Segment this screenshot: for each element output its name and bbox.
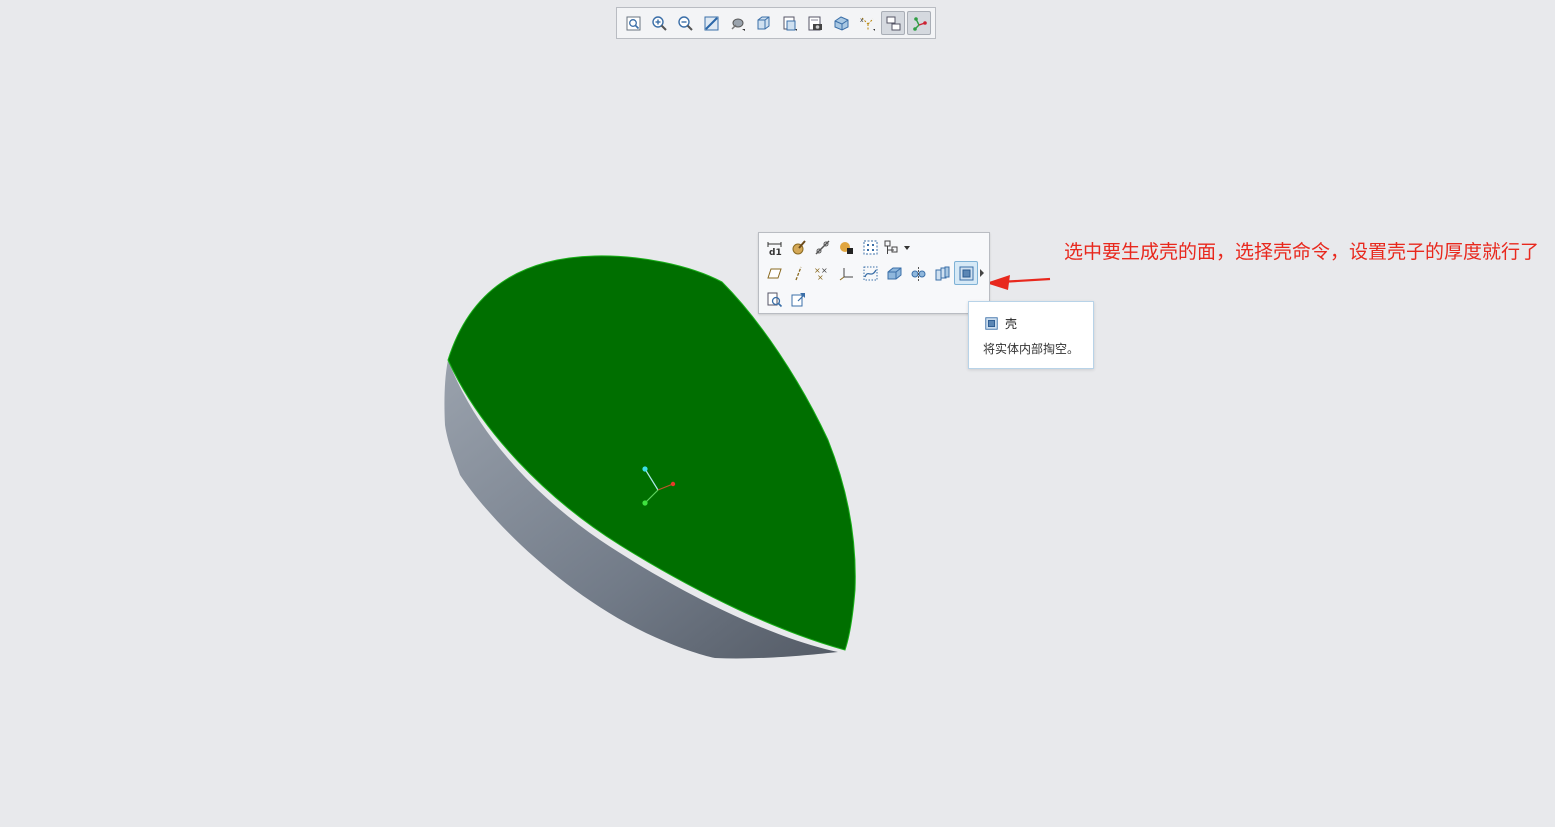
shell-tooltip: 壳 将实体内部掏空。 [968, 301, 1094, 369]
view-manager-icon[interactable] [777, 11, 801, 35]
svg-text:d1: d1 [769, 248, 782, 256]
mini-toolbar-row-1: d1 [762, 235, 916, 259]
annotation-text: 选中要生成壳的面，选择壳命令，设置壳子的厚度就行了 [1064, 241, 1540, 263]
zoom-out-icon[interactable] [673, 11, 697, 35]
section-icon[interactable] [829, 11, 853, 35]
mini-toolbar-row-3 [762, 287, 810, 311]
svg-text:×: × [817, 273, 824, 282]
zoom-in-icon[interactable] [647, 11, 671, 35]
color-icon[interactable] [834, 235, 858, 259]
graphics-viewport[interactable]: x d1 × × × 壳 将实体内部掏空。 选中要生成壳的面，选择壳命令，设置壳… [0, 0, 1555, 827]
display-style-icon[interactable] [725, 11, 749, 35]
chain-icon[interactable] [810, 235, 834, 259]
tooltip-title: 壳 [984, 315, 1017, 332]
mini-toolbar: d1 × × × [758, 232, 990, 314]
annotation-display-icon[interactable] [881, 11, 905, 35]
pattern-icon[interactable] [930, 261, 954, 285]
refit-icon[interactable] [621, 11, 645, 35]
sketch-icon[interactable] [858, 261, 882, 285]
extrude-icon[interactable] [882, 261, 906, 285]
shell-icon[interactable] [954, 261, 978, 285]
more-commands-caret-icon[interactable] [978, 261, 986, 285]
dropdown-tool-icon[interactable] [882, 235, 916, 259]
mini-toolbar-row-2: × × × [762, 261, 986, 285]
view-toolbar: x [616, 7, 936, 39]
plane-icon[interactable] [762, 261, 786, 285]
annotation-arrow [986, 275, 1051, 290]
select-box-icon[interactable] [858, 235, 882, 259]
saved-orientations-icon[interactable] [751, 11, 775, 35]
tooltip-description: 将实体内部掏空。 [983, 342, 1080, 356]
tooltip-title-label: 壳 [1005, 317, 1018, 331]
datum-display-icon[interactable]: x [855, 11, 879, 35]
csys-icon[interactable] [834, 261, 858, 285]
appearance-icon[interactable] [786, 235, 810, 259]
inspect-icon[interactable] [762, 287, 786, 311]
spin-center-icon[interactable] [907, 11, 931, 35]
dimension-icon[interactable]: d1 [762, 235, 786, 259]
model-canvas[interactable] [0, 0, 1555, 827]
svg-text:x: x [860, 17, 864, 24]
point-icon[interactable]: × × × [810, 261, 834, 285]
mirror-icon[interactable] [906, 261, 930, 285]
repaint-icon[interactable] [699, 11, 723, 35]
edit-icon[interactable] [786, 287, 810, 311]
perspective-view-icon[interactable] [803, 11, 827, 35]
shell-icon [985, 317, 998, 330]
axis-icon[interactable] [786, 261, 810, 285]
